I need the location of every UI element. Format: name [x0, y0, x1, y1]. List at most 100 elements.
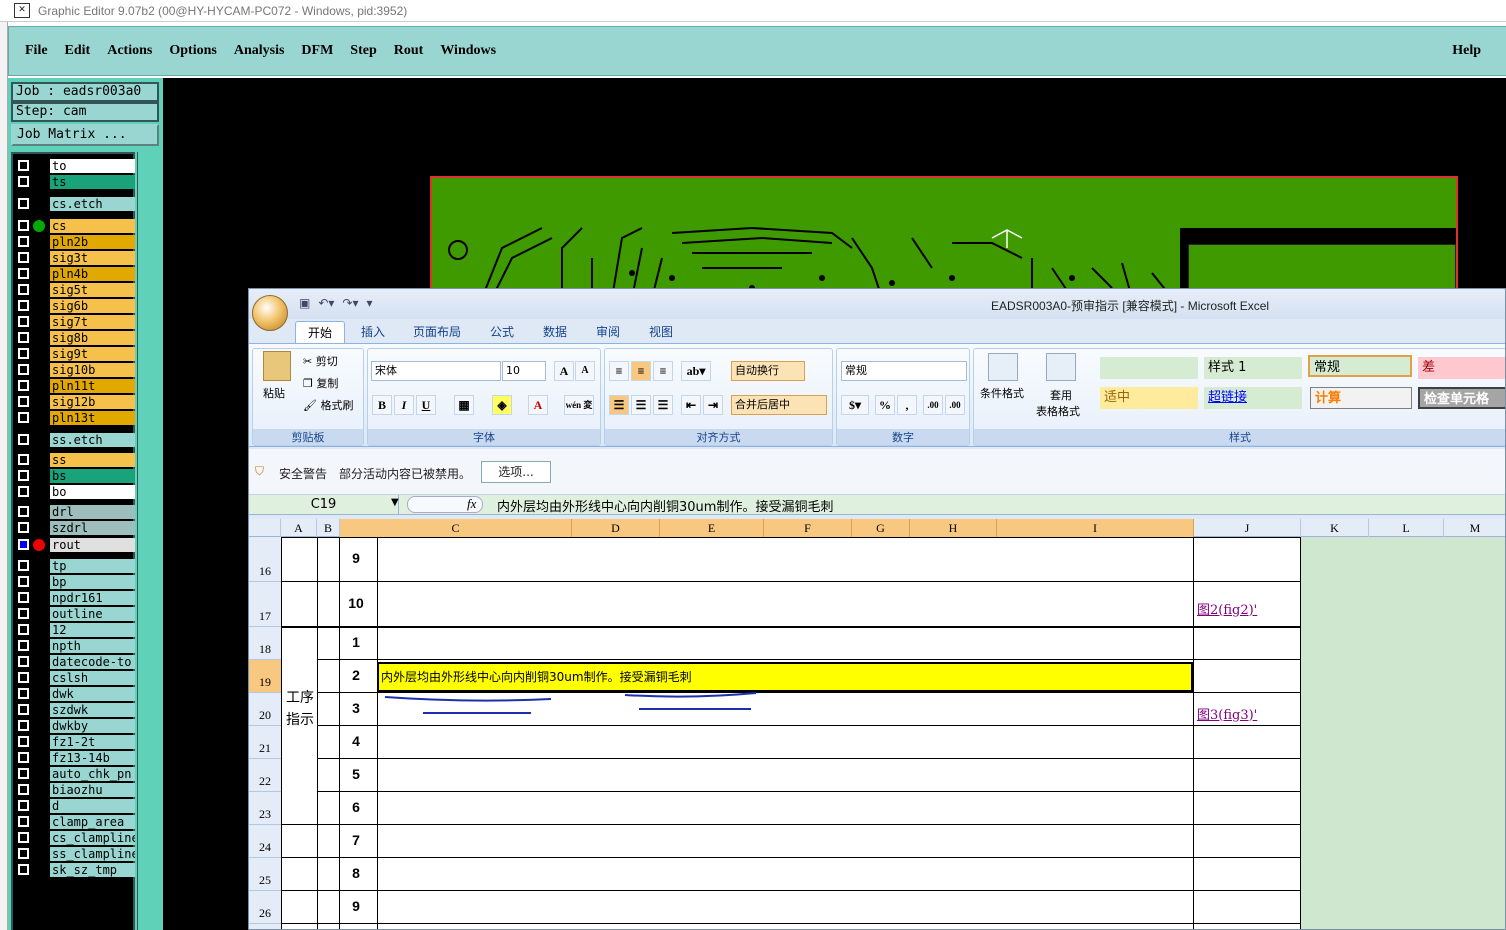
style-check-cell[interactable]: 检查单元格 — [1418, 387, 1505, 409]
layer-name[interactable]: sig8b — [50, 331, 135, 345]
align-center-icon[interactable]: ☰ — [631, 395, 651, 415]
layer-name[interactable]: szdrl — [50, 521, 135, 535]
layer-row[interactable]: szdrl — [13, 520, 137, 536]
font-grow-button[interactable]: A — [554, 361, 574, 381]
column-header[interactable]: K — [1301, 519, 1369, 537]
phonetic-button[interactable]: wén 変 — [564, 395, 594, 415]
layer-name[interactable]: sk_sz_tmp — [50, 863, 135, 877]
layer-row[interactable]: sig12b — [13, 394, 137, 410]
increase-indent-icon[interactable]: ⇥ — [703, 395, 723, 415]
layer-row[interactable]: cs.etch — [13, 196, 137, 212]
layer-row[interactable]: sig6b — [13, 298, 137, 314]
layer-row[interactable]: ts — [13, 174, 137, 190]
layer-row[interactable]: outline — [13, 606, 137, 622]
layer-row[interactable]: ss — [13, 452, 137, 468]
currency-icon[interactable]: $▾ — [841, 395, 869, 415]
format-as-table-label2[interactable]: 表格格式 — [1036, 403, 1080, 419]
layer-checkbox[interactable] — [18, 720, 29, 731]
layer-name[interactable]: sig7t — [50, 315, 135, 329]
layer-checkbox[interactable] — [18, 236, 29, 247]
format-painter-button[interactable]: 🖌 格式刷 — [303, 397, 353, 413]
layer-row[interactable]: fz1-2t — [13, 734, 137, 750]
layer-name[interactable]: bo — [50, 485, 135, 499]
layer-checkbox[interactable] — [18, 576, 29, 587]
style-calculation[interactable]: 计算 — [1310, 387, 1412, 409]
column-header[interactable]: C — [340, 519, 572, 537]
layer-name[interactable]: sig9t — [50, 347, 135, 361]
layer-name[interactable]: dwk — [50, 687, 135, 701]
layer-checkbox[interactable] — [18, 624, 29, 635]
layer-name[interactable]: npth — [50, 639, 135, 653]
layer-checkbox[interactable] — [18, 752, 29, 763]
column-header[interactable]: G — [852, 519, 910, 537]
layer-checkbox[interactable] — [18, 252, 29, 263]
layer-checkbox[interactable] — [18, 470, 29, 481]
conditional-format-icon[interactable] — [988, 353, 1018, 381]
undo-icon[interactable]: ↶▾ — [318, 296, 334, 310]
layer-checkbox[interactable] — [18, 816, 29, 827]
layer-name[interactable]: fz1-2t — [50, 735, 135, 749]
style-style1[interactable]: 样式 1 — [1204, 357, 1302, 379]
step-number-cell[interactable]: 5 — [339, 766, 373, 782]
layer-name[interactable]: sig12b — [50, 395, 135, 409]
menu-dfm[interactable]: DFM — [301, 43, 333, 59]
tab-data[interactable]: 数据 — [531, 321, 579, 343]
align-middle-icon[interactable]: ≡ — [631, 361, 651, 381]
menu-help[interactable]: Help — [1452, 43, 1481, 59]
row-header[interactable]: 26 — [249, 891, 281, 924]
layer-checkbox[interactable] — [18, 864, 29, 875]
align-top-icon[interactable]: ≡ — [609, 361, 629, 381]
layer-row[interactable]: sig3t — [13, 250, 137, 266]
comma-button[interactable]: , — [897, 395, 917, 415]
format-as-table-icon[interactable] — [1046, 353, 1076, 381]
menu-actions[interactable]: Actions — [107, 43, 152, 59]
layer-name[interactable]: dwkby — [50, 719, 135, 733]
layer-name[interactable]: pln4b — [50, 267, 135, 281]
layer-checkbox[interactable] — [18, 284, 29, 295]
row-header[interactable]: 22 — [249, 759, 281, 792]
layer-row[interactable]: drl — [13, 504, 137, 520]
row-header[interactable]: 23 — [249, 792, 281, 825]
layer-checkbox[interactable] — [18, 832, 29, 843]
layer-checkbox[interactable] — [18, 704, 29, 715]
layer-row[interactable]: pln13t — [13, 410, 137, 426]
orientation-icon[interactable]: ab▾ — [681, 361, 711, 381]
layer-name[interactable]: tp — [50, 559, 135, 573]
menu-rout[interactable]: Rout — [394, 43, 424, 59]
layer-row[interactable]: sig10b — [13, 362, 137, 378]
layer-row[interactable]: npth — [13, 638, 137, 654]
layer-name[interactable]: drl — [50, 505, 135, 519]
layer-checkbox[interactable] — [18, 672, 29, 683]
layer-checkbox[interactable] — [18, 160, 29, 171]
menu-windows[interactable]: Windows — [440, 43, 496, 59]
style-bad[interactable]: 差 — [1418, 357, 1505, 379]
layer-checkbox[interactable] — [18, 434, 29, 445]
formula-content[interactable]: 内外层均由外形线中心向内削铜30um制作。接受漏铜毛刺 — [497, 496, 833, 515]
row-header[interactable]: 18 — [249, 627, 281, 660]
merge-center-button[interactable]: 合并后居中 — [731, 395, 827, 415]
column-header[interactable]: I — [997, 519, 1194, 537]
layer-checkbox[interactable] — [18, 608, 29, 619]
menu-options[interactable]: Options — [169, 43, 216, 59]
save-icon[interactable]: ▣ — [299, 296, 310, 310]
layer-checkbox[interactable] — [18, 592, 29, 603]
layer-name[interactable]: fz13-14b — [50, 751, 135, 765]
layer-name[interactable]: bs — [50, 469, 135, 483]
step-number-cell[interactable]: 4 — [339, 733, 373, 749]
security-options-button[interactable]: 选项... — [481, 461, 551, 483]
layer-row[interactable]: bo — [13, 484, 137, 500]
selected-cell-c19[interactable]: 内外层均由外形线中心向内削铜30um制作。接受漏铜毛刺 — [377, 662, 1193, 692]
layer-checkbox[interactable] — [18, 198, 29, 209]
layer-name[interactable]: ss_clampline — [50, 847, 135, 861]
layer-row[interactable]: ss.etch — [13, 432, 137, 448]
step-number-cell[interactable]: 6 — [339, 799, 373, 815]
layer-name[interactable]: sig6b — [50, 299, 135, 313]
percent-button[interactable]: % — [875, 395, 895, 415]
layer-checkbox[interactable] — [18, 396, 29, 407]
layer-row[interactable]: cs_clampline — [13, 830, 137, 846]
format-as-table-label1[interactable]: 套用 — [1050, 387, 1072, 403]
layer-checkbox[interactable] — [18, 300, 29, 311]
decrease-indent-icon[interactable]: ⇤ — [681, 395, 701, 415]
layer-row[interactable]: auto_chk_pn — [13, 766, 137, 782]
layer-name[interactable]: sig10b — [50, 363, 135, 377]
